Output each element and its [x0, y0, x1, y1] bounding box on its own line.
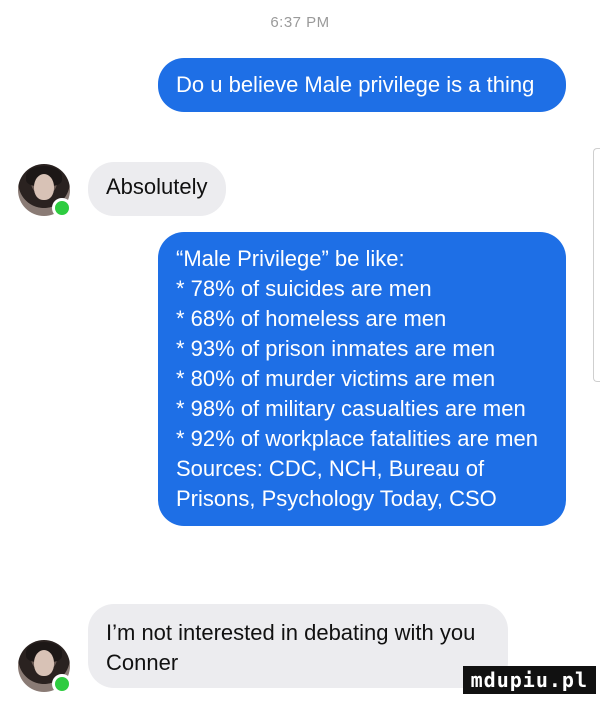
- stat-line: * 92% of workplace fatalities are men: [176, 426, 538, 451]
- stats-list: * 78% of suicides are men * 68% of homel…: [176, 274, 548, 454]
- incoming-message-2[interactable]: I’m not interested in debating with you …: [88, 604, 508, 688]
- message-sources: Sources: CDC, NCH, Bureau of Prisons, Ps…: [176, 456, 497, 511]
- stat-line: * 93% of prison inmates are men: [176, 336, 496, 361]
- message-text: Do u believe Male privilege is a thing: [176, 72, 535, 97]
- avatar-face: [34, 650, 54, 676]
- watermark-logo: mdupiu.pl: [462, 666, 596, 694]
- timestamp: 6:37 PM: [270, 14, 330, 31]
- stat-line: * 68% of homeless are men: [176, 306, 447, 331]
- incoming-message-1[interactable]: Absolutely: [88, 162, 226, 216]
- contact-avatar-2[interactable]: [18, 640, 72, 694]
- message-text: Absolutely: [106, 174, 208, 199]
- online-status-dot: [52, 674, 72, 694]
- message-text: I’m not interested in debating with you …: [106, 620, 476, 675]
- avatar-face: [34, 174, 54, 200]
- outgoing-message-2[interactable]: “Male Privilege” be like: * 78% of suici…: [158, 232, 566, 526]
- outgoing-message-1[interactable]: Do u believe Male privilege is a thing: [158, 58, 566, 112]
- contact-avatar-1[interactable]: [18, 164, 72, 218]
- stat-line: * 80% of murder victims are men: [176, 366, 496, 391]
- message-intro: “Male Privilege” be like:: [176, 246, 405, 271]
- online-status-dot: [52, 198, 72, 218]
- scrollbar[interactable]: [593, 148, 600, 382]
- stat-line: * 78% of suicides are men: [176, 276, 432, 301]
- stat-line: * 98% of military casualties are men: [176, 396, 526, 421]
